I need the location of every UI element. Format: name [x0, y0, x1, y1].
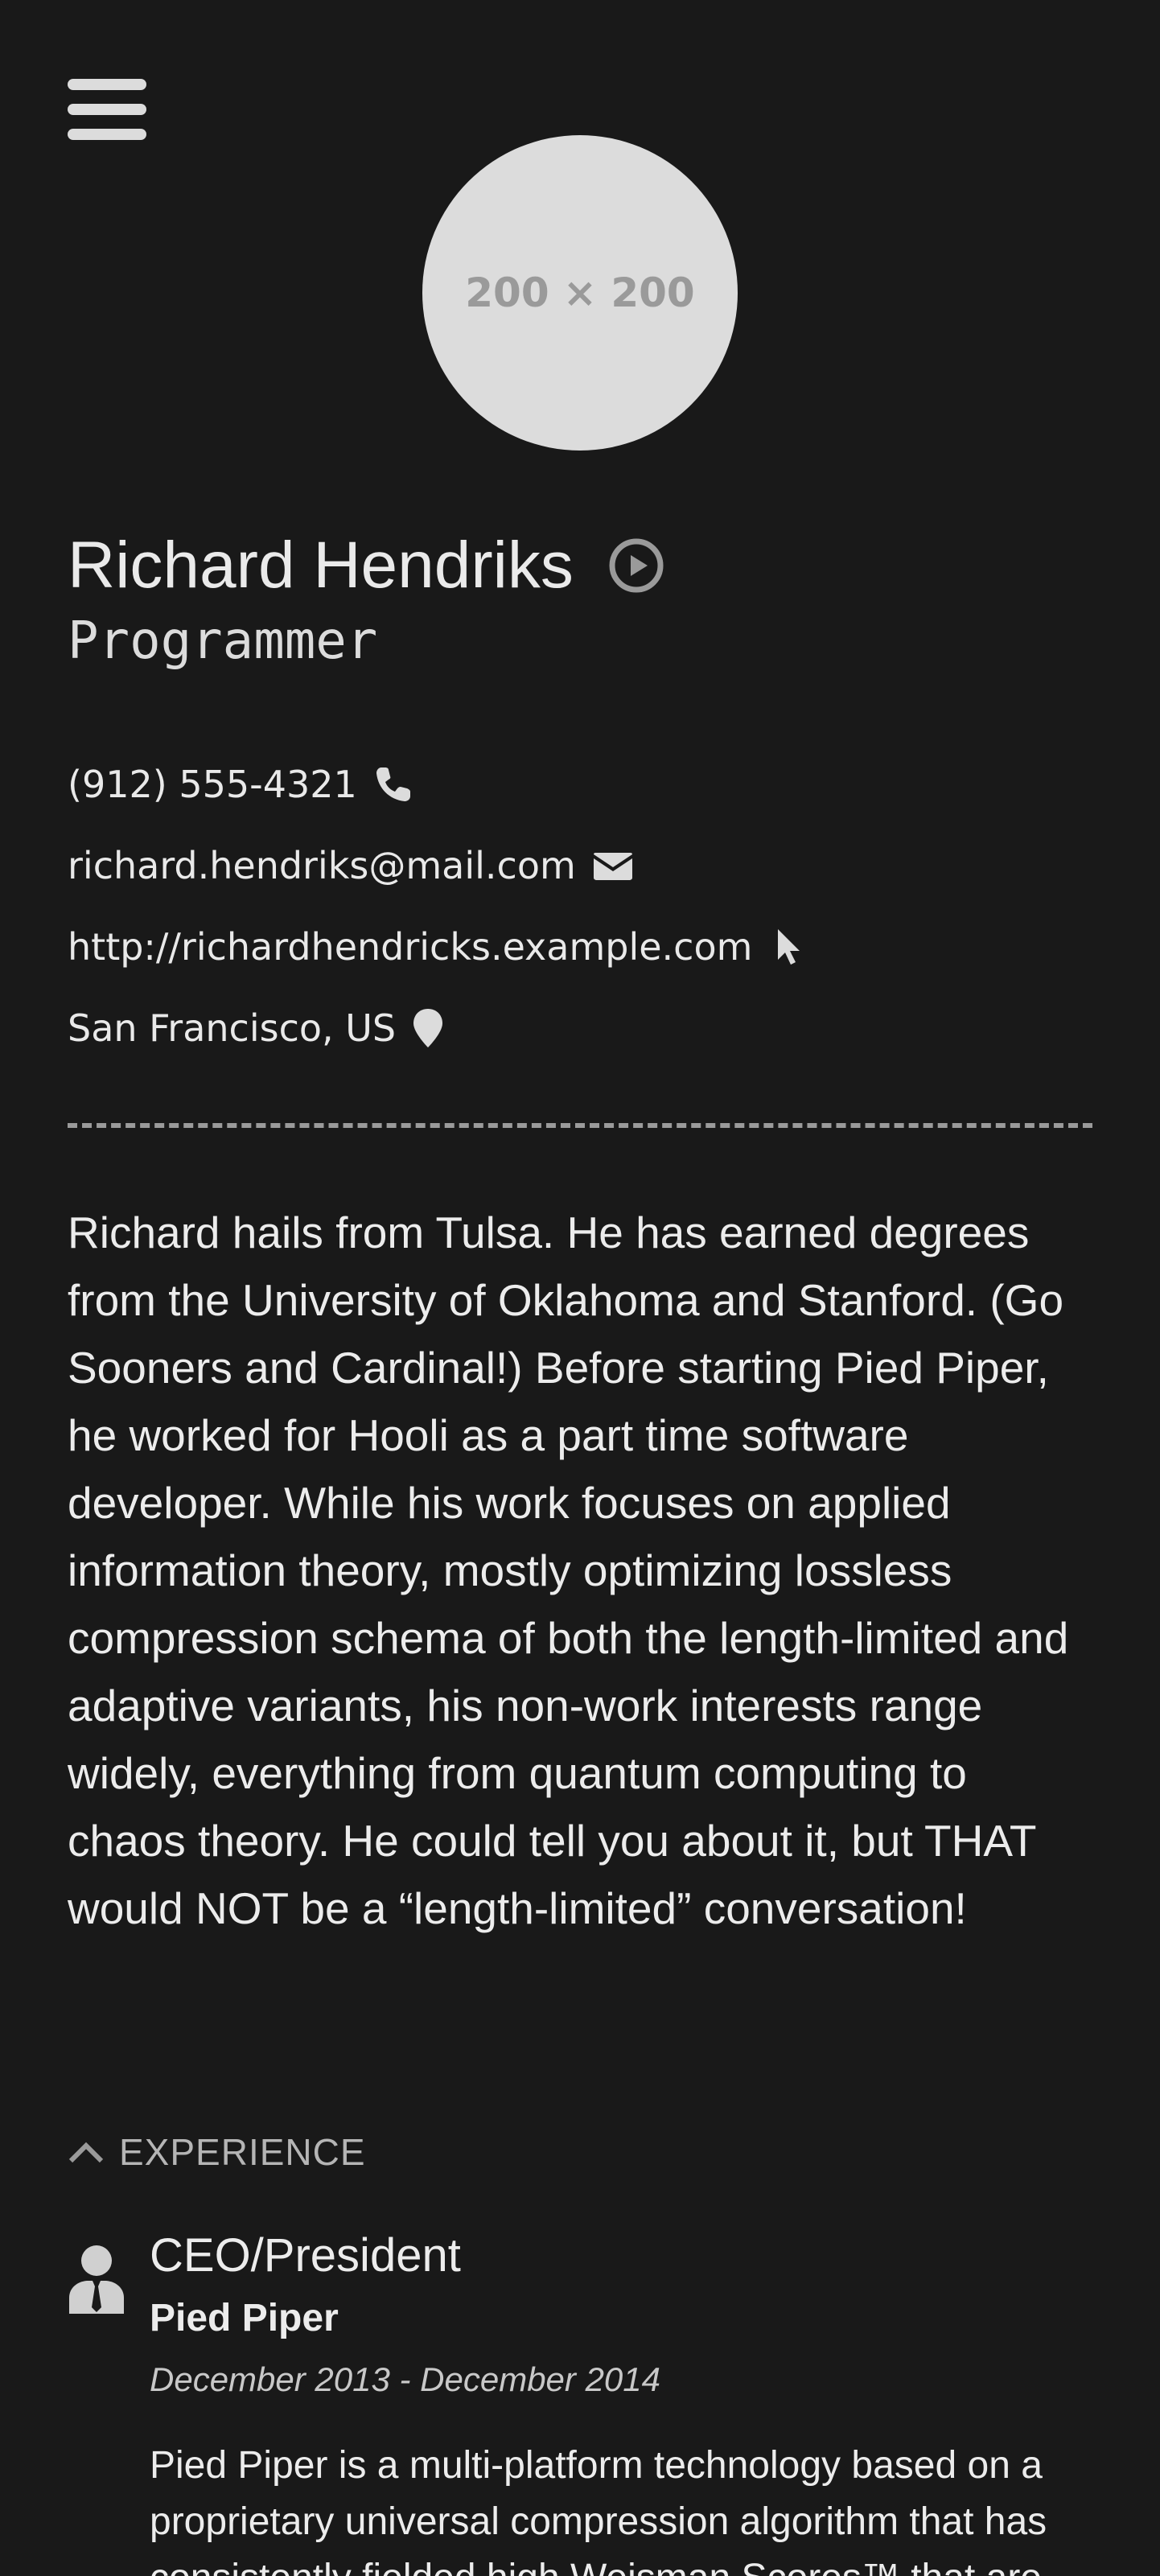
menu-bar — [68, 79, 146, 90]
profile-title: Programmer — [68, 611, 378, 671]
divider — [68, 1123, 1092, 1128]
job-position: CEO/President — [150, 2229, 461, 2282]
experience-section-label: EXPERIENCE — [119, 2131, 366, 2173]
profile-name: Richard Hendriks — [68, 529, 574, 602]
email-address[interactable]: richard.hendriks@mail.com — [68, 844, 576, 887]
menu-bar — [68, 129, 146, 140]
person-tie-icon — [69, 2245, 124, 2314]
chevron-up-icon[interactable] — [68, 2140, 105, 2164]
location-text: San Francisco, US — [68, 1006, 397, 1050]
contact-phone[interactable]: (912) 555-4321 — [68, 756, 413, 813]
job-company: Pied Piper — [150, 2297, 339, 2339]
contact-email[interactable]: richard.hendriks@mail.com — [68, 837, 634, 894]
map-marker-icon — [413, 1009, 443, 1047]
cursor-pointer-icon — [778, 929, 800, 965]
name-row: Richard Hendriks — [68, 521, 665, 610]
phone-number[interactable]: (912) 555-4321 — [68, 763, 357, 806]
menu-bar — [68, 104, 146, 115]
contact-website[interactable]: http://richardhendricks.example.com — [68, 919, 804, 975]
contact-location: San Francisco, US — [68, 1000, 444, 1056]
job-dates: December 2013 - December 2014 — [150, 2360, 661, 2398]
experience-section-header[interactable]: EXPERIENCE — [68, 2124, 366, 2180]
hamburger-menu-icon[interactable] — [68, 76, 146, 148]
job-summary: Pied Piper is a multi-platform technolog… — [150, 2444, 1047, 2576]
avatar-placeholder-text: 200 × 200 — [465, 270, 695, 316]
bio-text: Richard hails from Tulsa. He has earned … — [68, 1208, 1069, 1933]
phone-icon — [376, 767, 410, 801]
envelope-icon — [593, 853, 632, 880]
website-url[interactable]: http://richardhendricks.example.com — [68, 925, 752, 969]
avatar: 200 × 200 — [422, 135, 738, 451]
play-circle-icon[interactable] — [607, 537, 665, 595]
